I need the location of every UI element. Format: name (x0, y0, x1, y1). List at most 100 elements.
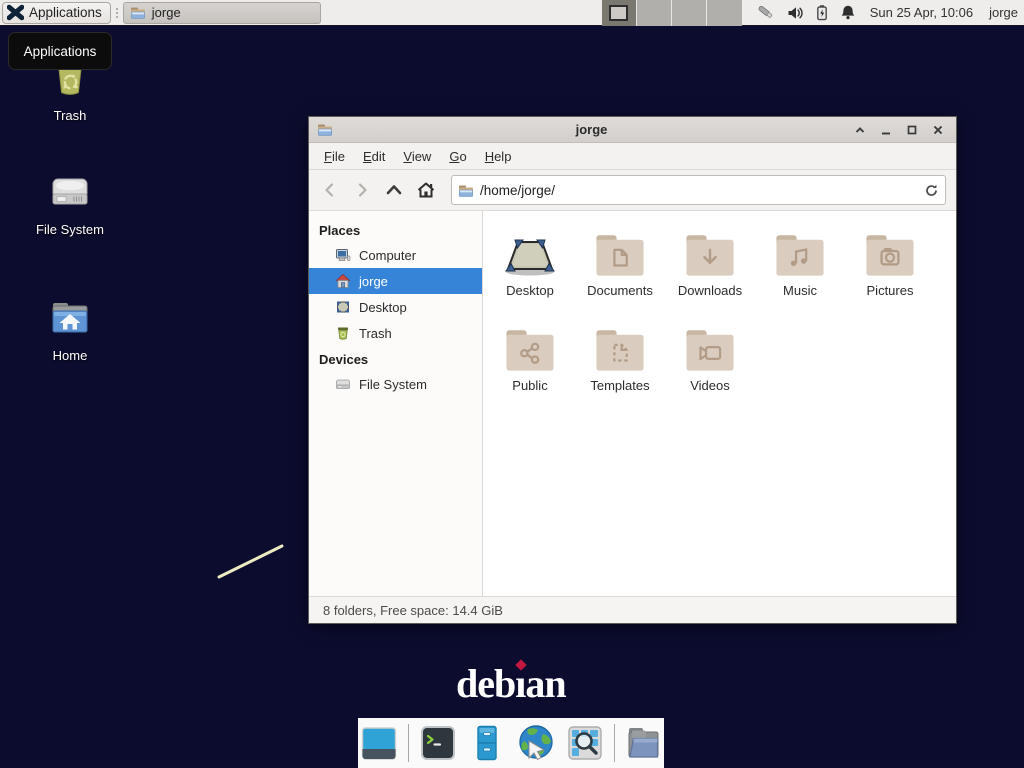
computer-icon (335, 247, 351, 263)
file-manager-window: jorge File Edit View Go Help (308, 116, 957, 624)
sidebar-item-label: Computer (359, 248, 416, 263)
workspace-3[interactable] (672, 0, 707, 26)
terminal-icon[interactable] (418, 723, 458, 763)
dock-separator (614, 724, 615, 762)
menu-help[interactable]: Help (476, 145, 521, 168)
sidebar-item-trash[interactable]: Trash (309, 320, 482, 346)
desktop-icon-home[interactable]: Home (15, 294, 125, 363)
sidebar-item-label: Trash (359, 326, 392, 341)
pictures-folder-icon (863, 221, 917, 279)
pen-tool-tray-icon[interactable] (756, 4, 776, 21)
sidebar-item-desktop[interactable]: Desktop (309, 294, 482, 320)
reload-button[interactable] (924, 183, 939, 198)
window-title: jorge (339, 122, 844, 137)
trash-mini-icon (335, 325, 351, 341)
documents-folder-icon (593, 221, 647, 279)
file-item-label: Pictures (867, 283, 914, 298)
file-item-label: Videos (690, 378, 730, 393)
file-item-public[interactable]: Public (485, 316, 575, 411)
system-tray (756, 4, 856, 21)
hard-drive-icon (15, 168, 125, 216)
file-item-downloads[interactable]: Downloads (665, 221, 755, 316)
show-desktop-icon[interactable] (359, 723, 399, 763)
panel-username: jorge (989, 5, 1018, 20)
menu-edit[interactable]: Edit (354, 145, 394, 168)
statusbar-text: 8 folders, Free space: 14.4 GiB (323, 603, 503, 618)
home-button[interactable] (411, 175, 441, 205)
file-item-videos[interactable]: Videos (665, 316, 755, 411)
volume-tray-icon[interactable] (787, 5, 804, 21)
application-finder-icon[interactable] (565, 723, 605, 763)
desktop-icon (335, 299, 351, 315)
applications-menu-button[interactable]: Applications (2, 2, 111, 24)
file-item-label: Templates (590, 378, 649, 393)
battery-charging-tray-icon[interactable] (815, 4, 829, 21)
xfce-logo-icon (7, 4, 24, 21)
videos-folder-icon (683, 316, 737, 374)
taskbar-window-label: jorge (152, 5, 181, 20)
folder-icon (130, 5, 146, 20)
menubar: File Edit View Go Help (309, 143, 956, 170)
sidebar-item-jorge[interactable]: jorge (309, 268, 482, 294)
up-button[interactable] (379, 175, 409, 205)
music-folder-icon (773, 221, 827, 279)
file-cabinet-icon[interactable] (467, 723, 507, 763)
menu-file[interactable]: File (315, 145, 354, 168)
debian-logo-text: an (525, 661, 565, 706)
forward-button[interactable] (347, 175, 377, 205)
desktop-icon-file-system[interactable]: File System (15, 168, 125, 237)
debian-logo-text: deb (456, 661, 515, 706)
menu-go[interactable]: Go (440, 145, 475, 168)
file-item-label: Public (512, 378, 547, 393)
file-item-templates[interactable]: Templates (575, 316, 665, 411)
panel-handle[interactable] (113, 3, 121, 23)
path-text[interactable]: /home/jorge/ (480, 183, 918, 198)
path-folder-icon (458, 183, 474, 198)
bottom-dock (358, 718, 664, 768)
sidebar-item-file-system[interactable]: File System (309, 371, 482, 397)
desktop-folder-icon (502, 221, 558, 279)
applications-tooltip: Applications (8, 32, 112, 70)
file-item-documents[interactable]: Documents (575, 221, 665, 316)
sidebar-item-label: File System (359, 377, 427, 392)
public-folder-icon (503, 316, 557, 374)
sidebar-places-header: Places (309, 217, 482, 242)
workspace-1[interactable] (602, 0, 637, 26)
file-item-label: Downloads (678, 283, 742, 298)
titlebar[interactable]: jorge (309, 117, 956, 143)
desktop-icon-label: File System (15, 222, 125, 237)
web-browser-icon[interactable] (516, 723, 556, 763)
file-item-music[interactable]: Music (755, 221, 845, 316)
file-item-label: Desktop (506, 283, 554, 298)
file-item-desktop[interactable]: Desktop (485, 221, 575, 316)
debian-logo: debıan (456, 660, 566, 707)
shade-button[interactable] (850, 120, 870, 140)
statusbar: 8 folders, Free space: 14.4 GiB (309, 596, 956, 623)
maximize-button[interactable] (902, 120, 922, 140)
file-view[interactable]: Desktop Documents (483, 211, 956, 596)
sidebar-item-label: Desktop (359, 300, 407, 315)
file-manager-icon[interactable] (624, 723, 664, 763)
sidebar: Places Computer (309, 211, 483, 596)
desktop-icon-label: Trash (15, 108, 125, 123)
menu-view[interactable]: View (394, 145, 440, 168)
top-panel: Applications jorge (0, 0, 1024, 26)
sidebar-devices-header: Devices (309, 346, 482, 371)
window-folder-icon (317, 122, 333, 137)
file-item-pictures[interactable]: Pictures (845, 221, 935, 316)
templates-folder-icon (593, 316, 647, 374)
minimize-button[interactable] (876, 120, 896, 140)
downloads-folder-icon (683, 221, 737, 279)
back-button[interactable] (315, 175, 345, 205)
workspace-switcher (602, 0, 742, 26)
workspace-2[interactable] (637, 0, 672, 26)
panel-clock[interactable]: Sun 25 Apr, 10:06 (870, 5, 973, 20)
desktop-stray-line (210, 536, 292, 586)
location-bar[interactable]: /home/jorge/ (451, 175, 946, 205)
close-button[interactable] (928, 120, 948, 140)
applications-menu-label: Applications (29, 5, 102, 20)
workspace-4[interactable] (707, 0, 742, 26)
notifications-bell-tray-icon[interactable] (840, 4, 856, 21)
sidebar-item-computer[interactable]: Computer (309, 242, 482, 268)
taskbar-window-button[interactable]: jorge (123, 2, 321, 24)
